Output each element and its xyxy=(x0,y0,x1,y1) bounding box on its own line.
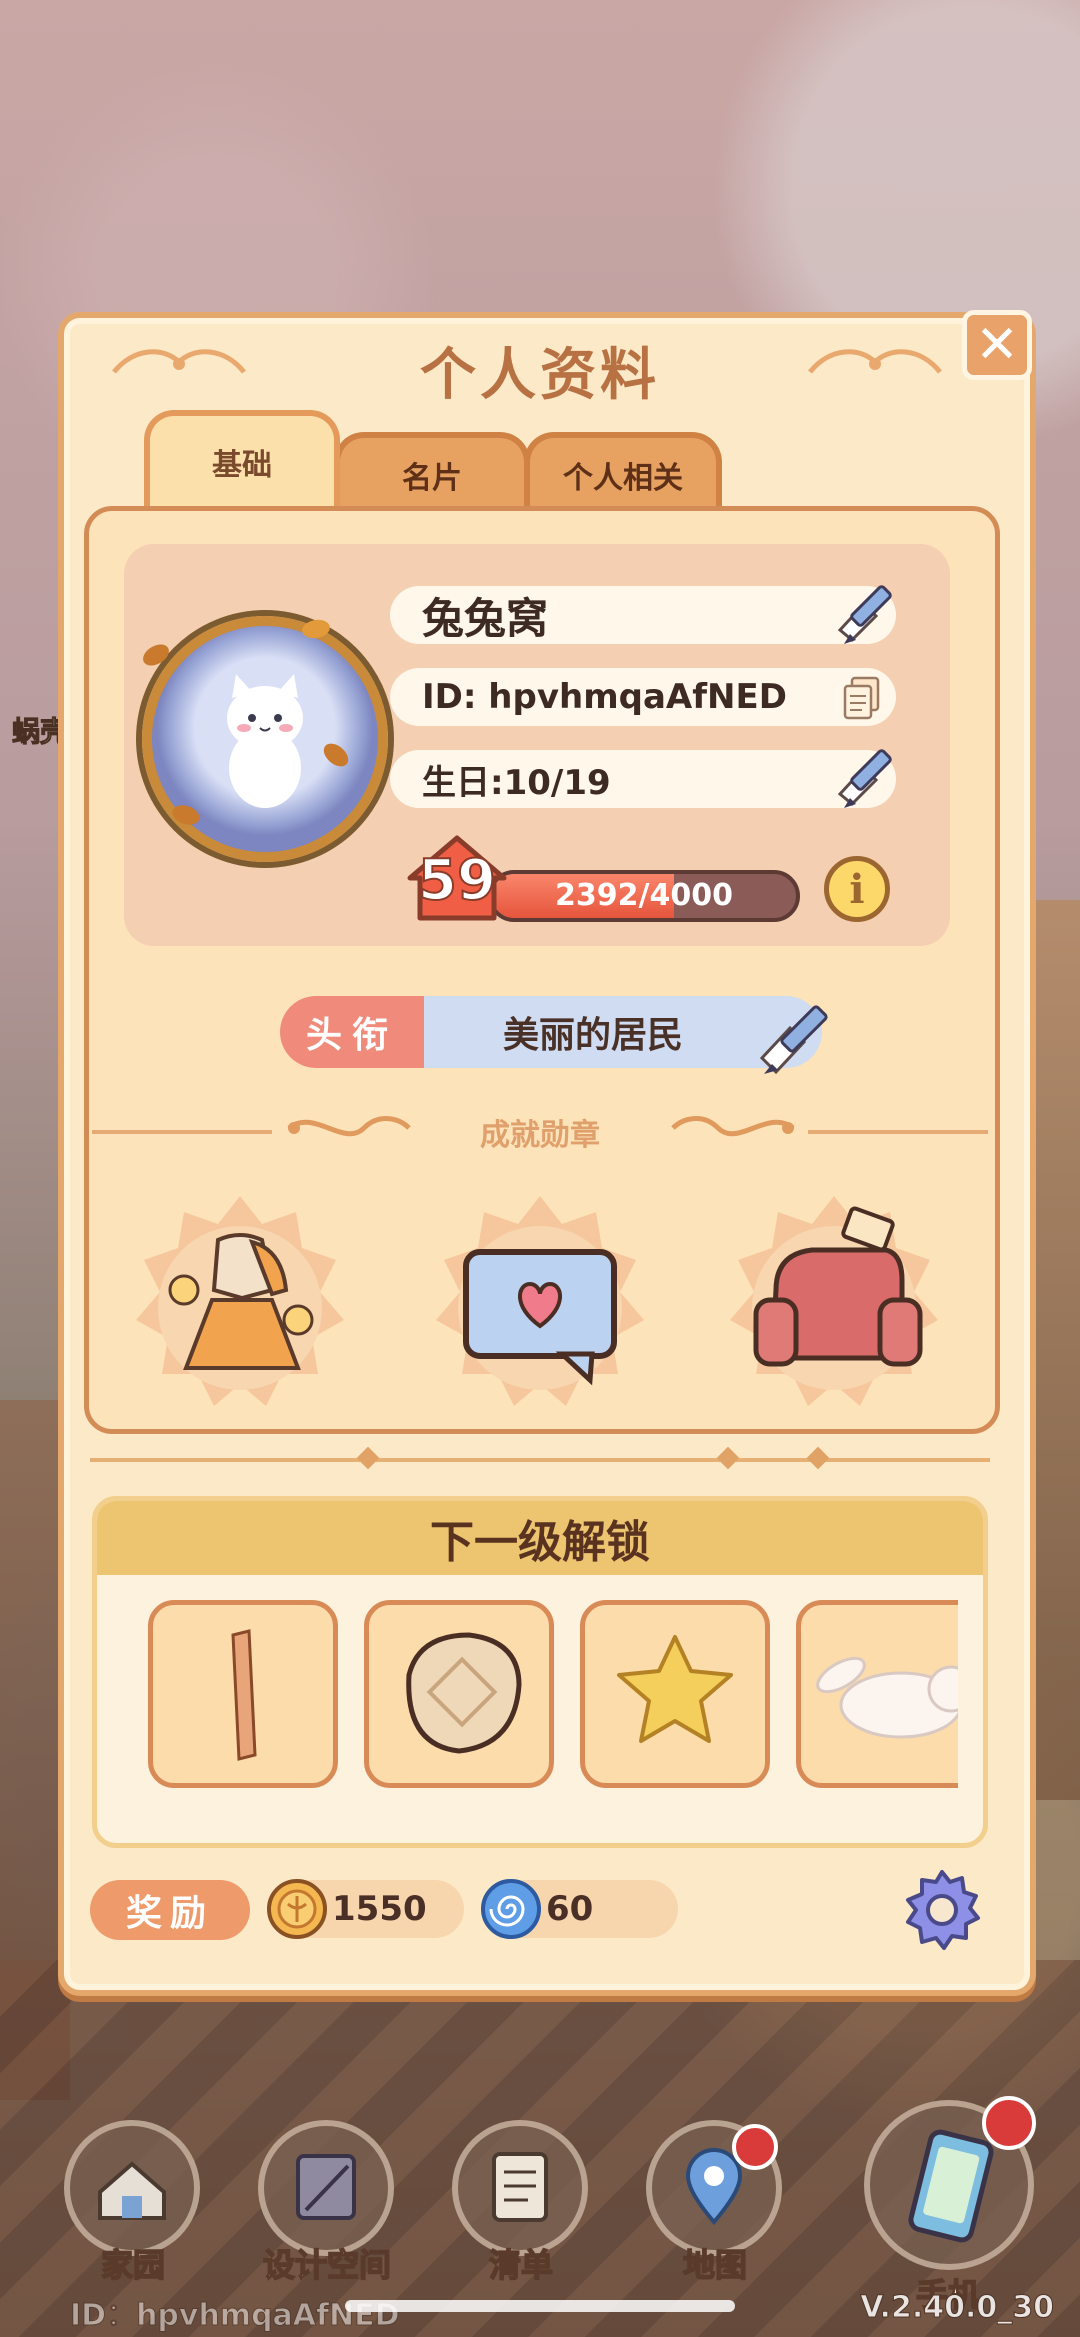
tab-card[interactable]: 名片 xyxy=(334,432,530,512)
name-value: 兔兔窝 xyxy=(422,593,549,643)
edit-title-pencil-icon[interactable] xyxy=(756,998,840,1076)
tab-basic[interactable]: 基础 xyxy=(144,410,340,508)
phone-badge-dot xyxy=(982,2096,1036,2150)
coin-icon xyxy=(267,1879,327,1939)
user-id-field: ID: hpvhmqaAfNED xyxy=(390,668,896,726)
reward-label: 奖励 xyxy=(90,1880,250,1940)
unlock-items-list[interactable] xyxy=(92,1596,958,1796)
unlock-item[interactable] xyxy=(364,1600,554,1788)
tab-label: 个人相关 xyxy=(563,461,683,496)
swirl-gem-icon xyxy=(481,1879,541,1939)
round-cushion-icon xyxy=(406,1632,522,1754)
nav-design-space-label: 设计空间 xyxy=(262,2245,392,2285)
checklist-icon xyxy=(452,2120,588,2256)
reward-coin: 1550 xyxy=(267,1879,464,1939)
copy-icon[interactable] xyxy=(842,676,882,720)
footer-user-id: ID：hpvhmqaAfNED xyxy=(70,2298,401,2334)
home-icon xyxy=(64,2120,200,2256)
tab-personal[interactable]: 个人相关 xyxy=(524,432,722,512)
nav-phone[interactable]: 手机 xyxy=(858,2090,1038,2320)
edit-name-pencil-icon[interactable] xyxy=(830,574,904,648)
cat-avatar-icon xyxy=(227,674,303,808)
leaf-decoration xyxy=(319,739,353,771)
unlock-heading: 下一级解锁 xyxy=(97,1501,983,1575)
title-badge: 头衔 美丽的居民 xyxy=(280,996,822,1068)
nav-home-label: 家园 xyxy=(100,2245,166,2285)
page-title: 个人资料 xyxy=(420,343,660,408)
reward-gem-value: 60 xyxy=(546,1889,594,1929)
title-badge-label: 头衔 xyxy=(280,996,424,1068)
nav-map[interactable]: 地图 xyxy=(640,2110,790,2310)
user-id-value: ID: hpvhmqaAfNED xyxy=(422,677,787,717)
star-pillow-icon xyxy=(617,1635,733,1743)
bunny-plush-icon xyxy=(816,1656,958,1739)
unlock-item[interactable] xyxy=(148,1600,338,1788)
reward-coin-value: 1550 xyxy=(332,1889,427,1929)
section-divider xyxy=(90,1458,990,1462)
birthday-value: 生日:10/19 xyxy=(422,762,611,803)
sofa-medal-icon[interactable] xyxy=(716,1190,952,1426)
achievements-heading: 成就勋章 xyxy=(480,1118,600,1153)
unlock-item[interactable] xyxy=(580,1600,770,1788)
heart-chat-medal-icon[interactable] xyxy=(422,1190,658,1426)
level-info-button[interactable]: i xyxy=(824,856,890,922)
birthday-field: 生日:10/19 xyxy=(390,749,896,808)
design-space-icon xyxy=(258,2120,394,2256)
gear-icon[interactable] xyxy=(898,1866,986,1954)
reward-gem: 60 xyxy=(481,1879,678,1939)
xp-text: 2392/4000 xyxy=(555,878,733,913)
avatar[interactable] xyxy=(139,616,388,862)
edit-birthday-pencil-icon[interactable] xyxy=(830,738,904,812)
home-indicator[interactable] xyxy=(345,2300,735,2312)
nav-map-label: 地图 xyxy=(682,2245,748,2285)
map-badge-dot xyxy=(732,2124,778,2170)
nav-checklist[interactable]: 清单 xyxy=(446,2110,596,2310)
unlock-item[interactable] xyxy=(796,1600,958,1788)
nav-design-space[interactable]: 设计空间 xyxy=(252,2110,402,2310)
level-number: 59 xyxy=(417,847,497,914)
nav-home[interactable]: 家园 xyxy=(58,2110,208,2310)
name-field: 兔兔窝 xyxy=(390,585,896,644)
wood-plank-icon xyxy=(231,1629,257,1761)
tab-label: 基础 xyxy=(212,448,272,483)
tab-label: 名片 xyxy=(402,461,462,496)
dress-medal-icon[interactable] xyxy=(122,1190,358,1426)
info-icon: i xyxy=(849,865,865,913)
version-text: V.2.40.0_30 xyxy=(860,2290,1055,2326)
nav-checklist-label: 清单 xyxy=(488,2245,554,2285)
